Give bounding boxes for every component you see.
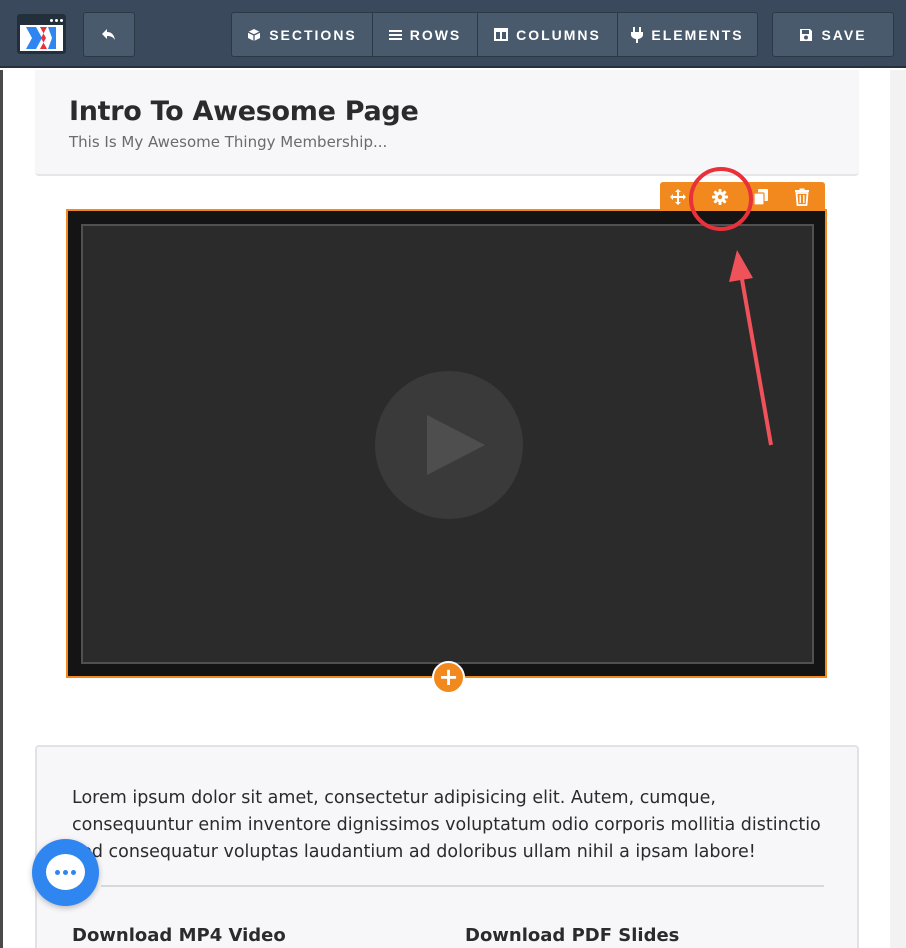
elements-label: ELEMENTS xyxy=(651,26,744,43)
copy-icon[interactable] xyxy=(752,188,770,206)
annotation-circle xyxy=(689,167,753,231)
elements-button[interactable]: ELEMENTS xyxy=(617,12,758,57)
rows-button[interactable]: ROWS xyxy=(372,12,478,57)
floppy-disk-icon xyxy=(800,28,813,41)
move-icon[interactable] xyxy=(669,188,687,206)
undo-button[interactable] xyxy=(83,12,135,57)
body-text: Lorem ipsum dolor sit amet, consectetur … xyxy=(72,788,821,862)
download-mp4-link[interactable]: Download MP4 Video xyxy=(72,925,286,946)
chat-widget-button[interactable] xyxy=(32,839,99,906)
columns-label: COLUMNS xyxy=(516,26,601,43)
rows-label: ROWS xyxy=(409,26,462,43)
save-button[interactable]: SAVE xyxy=(772,12,894,57)
editor-toolbar: SECTIONS ROWS COLUMNS ELEMENTS SAVE xyxy=(0,0,906,68)
divider xyxy=(101,885,824,887)
content-section[interactable]: Lorem ipsum dolor sit amet, consectetur … xyxy=(35,745,859,948)
chat-bubble-icon xyxy=(46,854,85,890)
columns-button[interactable]: COLUMNS xyxy=(477,12,618,57)
undo-arrow-icon xyxy=(102,28,115,40)
add-element-button[interactable]: + xyxy=(432,661,465,694)
annotation-arrow xyxy=(729,250,773,446)
scrollbar[interactable] xyxy=(890,70,906,948)
page-title: Intro To Awesome Page xyxy=(69,96,419,127)
headline-section[interactable]: Intro To Awesome Page This Is My Awesome… xyxy=(35,70,859,176)
play-icon xyxy=(427,415,485,475)
save-label: SAVE xyxy=(821,26,867,43)
video-player[interactable] xyxy=(81,224,814,664)
video-element[interactable] xyxy=(66,209,827,678)
rows-icon xyxy=(388,29,402,40)
page-edge xyxy=(0,70,3,948)
sections-button[interactable]: SECTIONS xyxy=(231,12,373,57)
columns-icon xyxy=(494,28,509,41)
trash-icon[interactable] xyxy=(793,188,811,206)
download-pdf-link[interactable]: Download PDF Slides xyxy=(465,925,679,946)
plug-icon xyxy=(631,26,644,43)
page-subtitle: This Is My Awesome Thingy Membership... xyxy=(69,133,388,151)
clickfunnels-logo[interactable] xyxy=(17,14,66,54)
play-button[interactable] xyxy=(375,371,523,519)
sections-label: SECTIONS xyxy=(269,26,357,43)
cube-icon xyxy=(247,28,261,41)
